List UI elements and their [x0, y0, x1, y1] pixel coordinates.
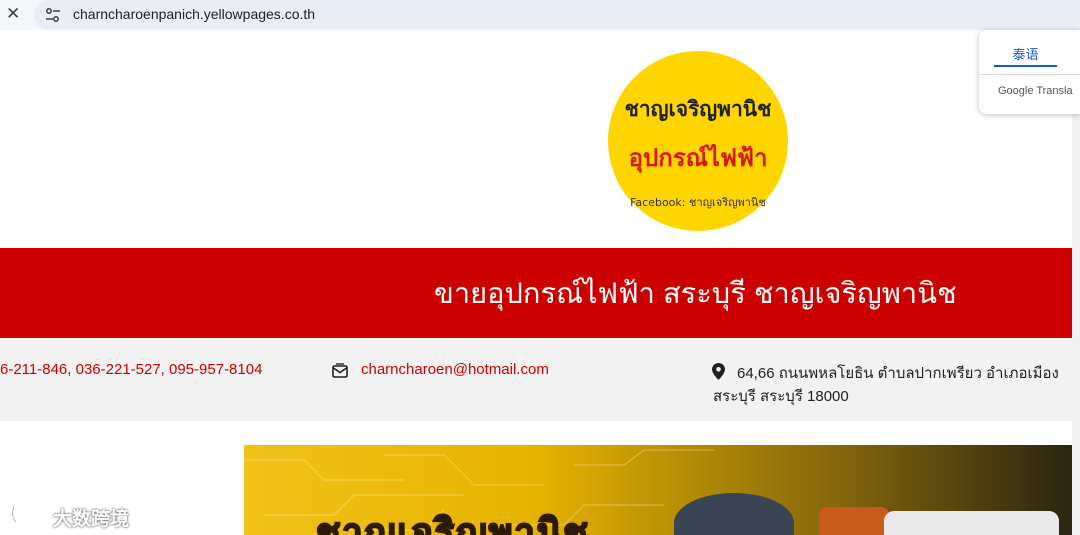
- product-image-cable: [819, 507, 889, 535]
- browser-toolbar: ✕ charncharoenpanich.yellowpages.co.th: [0, 0, 1080, 30]
- address-line-2: สระบุรี สระบุรี 18000: [713, 388, 849, 405]
- tune-icon[interactable]: [45, 7, 61, 23]
- red-banner: ขายอุปกรณ์ไฟฟ้า สระบุรี ชาญเจริญพานิช: [0, 248, 1080, 338]
- banner-title: ขายอุปกรณ์ไฟฟ้า สระบุรี ชาญเจริญพานิช: [434, 278, 957, 310]
- logo-subtitle: อุปกรณ์ไฟฟ้า: [628, 144, 768, 172]
- google-translate-brand: Google Transla: [998, 85, 1073, 97]
- logo: ชาญเจริญพานิช อุปกรณ์ไฟฟ้า Facebook: ชาญ…: [608, 51, 788, 231]
- translate-popup: 泰语 Google Transla: [979, 30, 1080, 114]
- watermark-text: 大数跨境: [53, 508, 130, 530]
- address-line-1: 64,66 ถนนพหลโยธิน ตำบลปากเพรียว อำเภอเมื…: [737, 365, 1059, 382]
- tab-thai-language[interactable]: 泰语: [994, 44, 1057, 63]
- watermark: 大数跨境: [10, 502, 129, 530]
- phone-numbers[interactable]: 6-211-846, 036-221-527, 095-957-8104: [0, 361, 262, 378]
- hero-title: ชาญเจริญพานิช: [315, 511, 590, 535]
- contact-strip: 6-211-846, 036-221-527, 095-957-8104 cha…: [0, 338, 1072, 421]
- email-link[interactable]: charncharoen@hotmail.com: [361, 361, 549, 378]
- logo-facebook: Facebook: ชาญเจริญพานิช: [630, 196, 766, 209]
- divider: [979, 74, 1080, 75]
- logo-title: ชาญเจริญพานิช: [624, 97, 772, 121]
- watermark-logo-icon: [11, 505, 42, 523]
- close-icon[interactable]: ✕: [6, 4, 22, 24]
- product-image-switch: [884, 511, 1059, 535]
- hero-banner-image: ชาญเจริญพานิช: [244, 445, 1072, 535]
- map-pin-icon: [712, 363, 725, 380]
- url-text[interactable]: charncharoenpanich.yellowpages.co.th: [73, 6, 315, 22]
- tab-underline: [994, 65, 1057, 67]
- page: ชาญเจริญพานิช อุปกรณ์ไฟฟ้า Facebook: ชาญ…: [0, 36, 1080, 535]
- mail-icon: [332, 363, 348, 378]
